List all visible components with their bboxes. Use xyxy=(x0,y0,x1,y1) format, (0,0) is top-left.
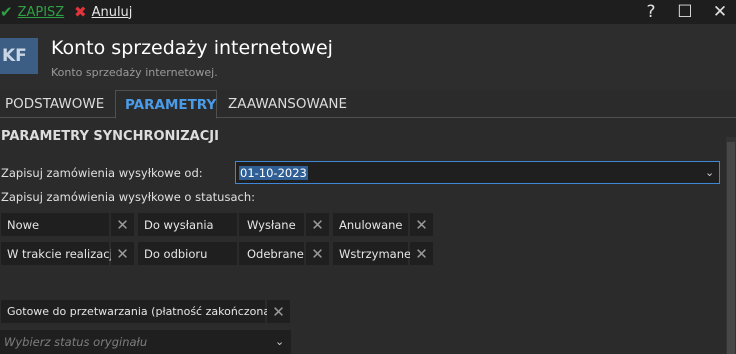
header: KF Konto sprzedaży internetowej Konto sp… xyxy=(0,24,736,90)
save-button-label: ZAPISZ xyxy=(17,4,65,20)
tab-parametry[interactable]: PARAMETRY xyxy=(115,90,217,119)
toolbar: ✔ ZAPISZ ✖ Anuluj ? ☐ ✕ xyxy=(0,0,736,24)
orders-from-date-field[interactable]: 01-10-2023 ⌄ xyxy=(235,161,720,184)
close-icon[interactable]: ✕ xyxy=(111,213,134,236)
status-chip: Nowe xyxy=(1,213,109,236)
x-icon: ✖ xyxy=(74,3,87,21)
close-icon[interactable]: ✕ xyxy=(410,213,433,236)
scrollbar-thumb[interactable] xyxy=(727,142,735,354)
original-status-placeholder: Wybierz status oryginału xyxy=(4,335,148,349)
close-icon[interactable]: ✕ xyxy=(306,242,329,265)
status-chip: Do odbioru xyxy=(138,242,237,265)
logo: KF xyxy=(0,38,38,74)
save-button[interactable]: ✔ ZAPISZ xyxy=(0,0,64,24)
check-icon: ✔ xyxy=(0,3,13,21)
section-title: PARAMETRY SYNCHRONIZACJI xyxy=(1,129,219,144)
tab-podstawowe[interactable]: PODSTAWOWE xyxy=(0,90,109,118)
mapped-status-chip: Gotowe do przetwarzania (płatność zakońc… xyxy=(1,300,274,323)
close-window-icon[interactable]: ✕ xyxy=(708,0,732,24)
orders-from-label: Zapisuj zamówienia wysyłkowe od: xyxy=(1,166,203,180)
maximize-icon[interactable]: ☐ xyxy=(673,0,697,24)
chevron-down-icon[interactable]: ⌄ xyxy=(275,335,284,348)
status-chip: Odebrane xyxy=(241,242,304,265)
status-chip: Do wysłania xyxy=(138,213,237,236)
tab-bar: PODSTAWOWE PARAMETRY ZAAWANSOWANE xyxy=(0,90,736,119)
original-status-select[interactable]: Wybierz status oryginału ⌄ xyxy=(0,330,291,354)
status-chip: Wstrzymane xyxy=(333,242,411,265)
status-chip: W trakcie realizacji xyxy=(1,242,116,265)
status-chip: Anulowane xyxy=(333,213,408,236)
statuses-label: Zapisuj zamówienia wysyłkowe o statusach… xyxy=(1,190,255,204)
chevron-down-icon[interactable]: ⌄ xyxy=(705,166,714,179)
close-icon[interactable]: ✕ xyxy=(410,242,433,265)
help-icon[interactable]: ? xyxy=(639,0,663,24)
cancel-button-label: Anuluj xyxy=(91,4,133,20)
page-title: Konto sprzedaży internetowej xyxy=(51,37,333,59)
tab-zaawansowane[interactable]: ZAAWANSOWANE xyxy=(223,90,352,118)
status-chip: Wysłane xyxy=(241,213,304,236)
cancel-button[interactable]: ✖ Anuluj xyxy=(74,0,132,24)
close-icon[interactable]: ✕ xyxy=(306,213,329,236)
close-icon[interactable]: ✕ xyxy=(267,300,290,323)
page-subtitle: Konto sprzedaży internetowej. xyxy=(51,66,218,79)
close-icon[interactable]: ✕ xyxy=(111,242,134,265)
orders-from-date-value: 01-10-2023 xyxy=(239,166,308,180)
